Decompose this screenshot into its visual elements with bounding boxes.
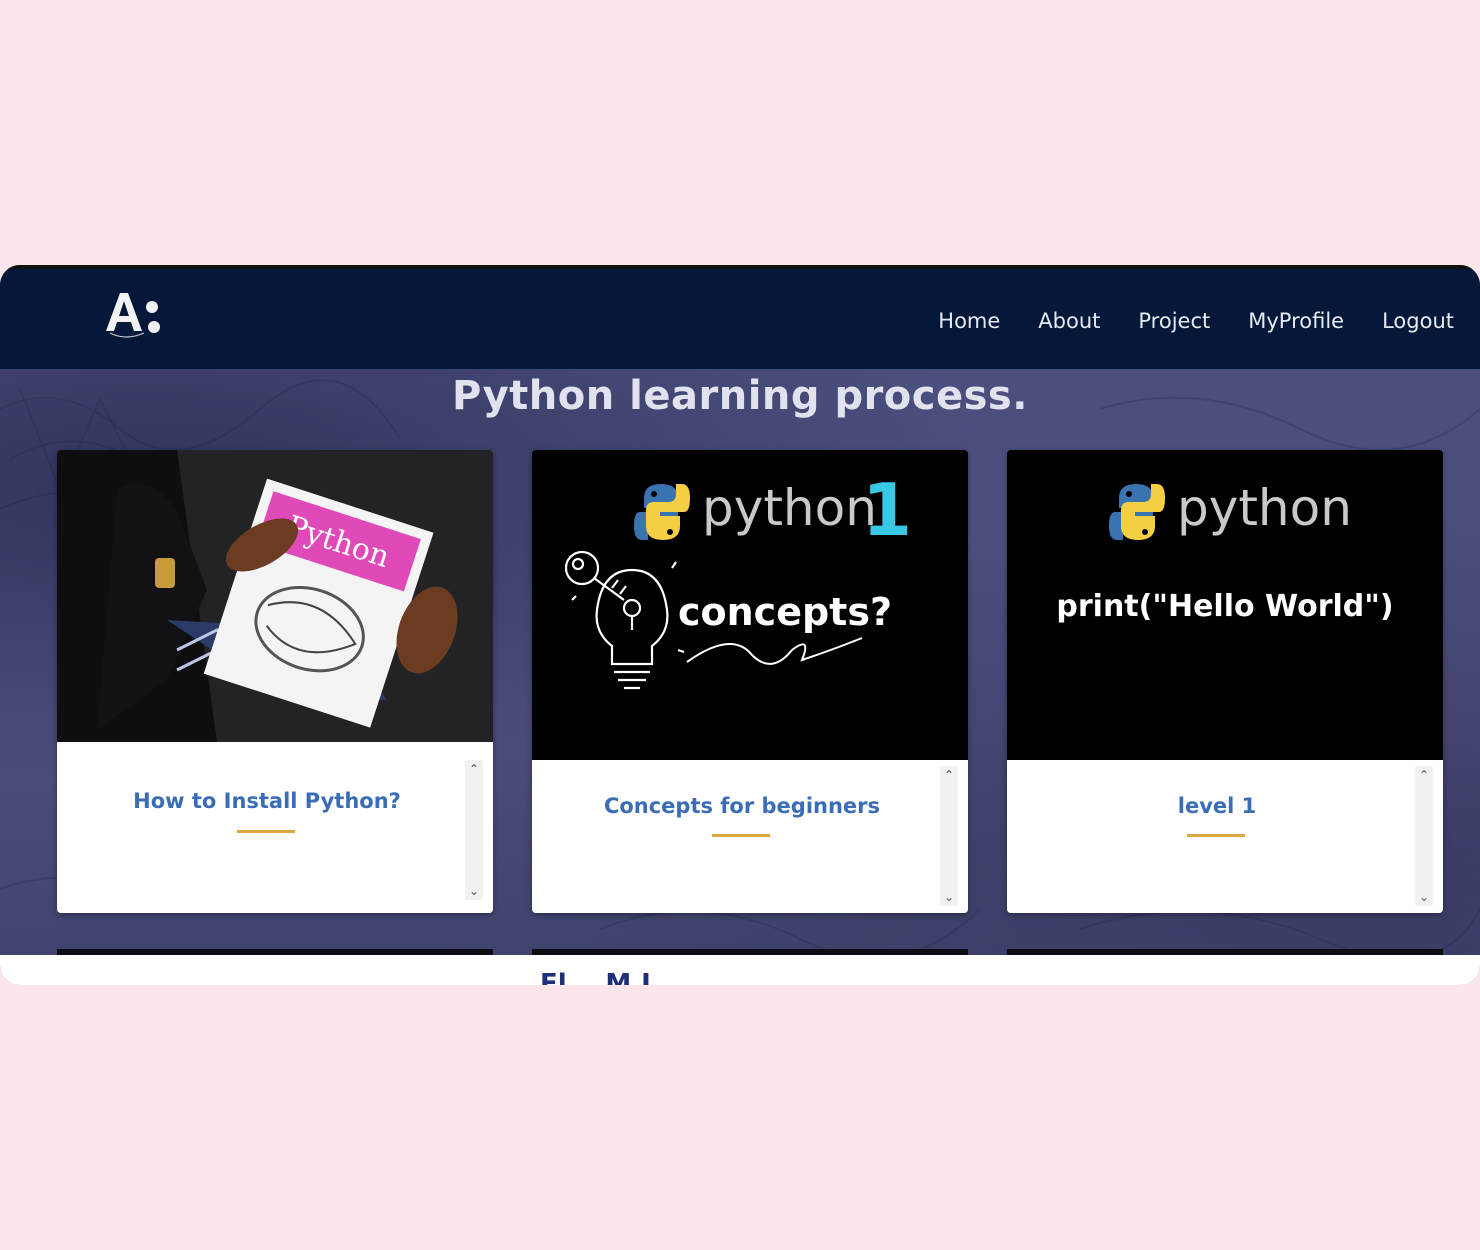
card-image-install: Python	[57, 450, 493, 742]
course-card-level1[interactable]: python print("Hello World") level 1 ⌃ ⌄	[1007, 450, 1443, 913]
concepts-caption: concepts?	[678, 590, 892, 634]
card-scrollbar[interactable]: ⌃ ⌄	[465, 760, 483, 900]
python-concepts-illustration: python 1 concepts?	[532, 450, 968, 760]
scroll-up-icon[interactable]: ⌃	[1415, 766, 1433, 784]
card-body-concepts: Concepts for beginners ⌃ ⌄	[532, 760, 968, 913]
site-logo-icon[interactable]	[104, 287, 164, 343]
footer-section: Fl... M.J...	[0, 955, 1480, 985]
badge-number: 1	[862, 468, 912, 552]
title-underline	[237, 830, 295, 833]
top-navbar: Home About Project MyProfile Logout	[0, 265, 1480, 369]
nav-about-link[interactable]: About	[1038, 309, 1100, 333]
nav-logout-link[interactable]: Logout	[1382, 309, 1454, 333]
card-body-level1: level 1 ⌃ ⌄	[1007, 760, 1443, 913]
python-hello-world-illustration: python print("Hello World")	[1007, 450, 1443, 760]
course-card-concepts[interactable]: python 1 concepts? Concepts for beginner…	[532, 450, 968, 913]
card-image-level1: python print("Hello World")	[1007, 450, 1443, 760]
title-underline	[1187, 834, 1245, 837]
main-nav: Home About Project MyProfile Logout	[938, 309, 1454, 333]
footer-heading-partial: Fl... M.J...	[540, 969, 681, 985]
python-wordmark: python	[702, 479, 877, 537]
title-underline	[712, 834, 770, 837]
python-wordmark: python	[1177, 479, 1352, 537]
card-body-install: How to Install Python? ⌃ ⌄	[57, 742, 493, 913]
course-card-install[interactable]: Python How to Install Python? ⌃ ⌄	[57, 450, 493, 913]
card-title[interactable]: level 1	[1007, 794, 1427, 818]
card-scrollbar[interactable]: ⌃ ⌄	[940, 766, 958, 906]
nav-home-link[interactable]: Home	[938, 309, 1000, 333]
nav-project-link[interactable]: Project	[1138, 309, 1210, 333]
browser-window: Home About Project MyProfile Logout Pyth…	[0, 265, 1480, 985]
scroll-up-icon[interactable]: ⌃	[940, 766, 958, 784]
scroll-up-icon[interactable]: ⌃	[465, 760, 483, 778]
card-image-concepts: python 1 concepts?	[532, 450, 968, 760]
card-scrollbar[interactable]: ⌃ ⌄	[1415, 766, 1433, 906]
reader-with-book-illustration: Python	[57, 450, 493, 742]
scroll-down-icon[interactable]: ⌄	[1415, 888, 1433, 906]
scroll-down-icon[interactable]: ⌄	[465, 882, 483, 900]
nav-myprofile-link[interactable]: MyProfile	[1248, 309, 1344, 333]
scroll-down-icon[interactable]: ⌄	[940, 888, 958, 906]
hello-world-code: print("Hello World")	[1056, 589, 1393, 624]
card-title[interactable]: Concepts for beginners	[532, 794, 952, 818]
card-title[interactable]: How to Install Python?	[57, 789, 477, 813]
page-title: Python learning process.	[452, 373, 1028, 419]
